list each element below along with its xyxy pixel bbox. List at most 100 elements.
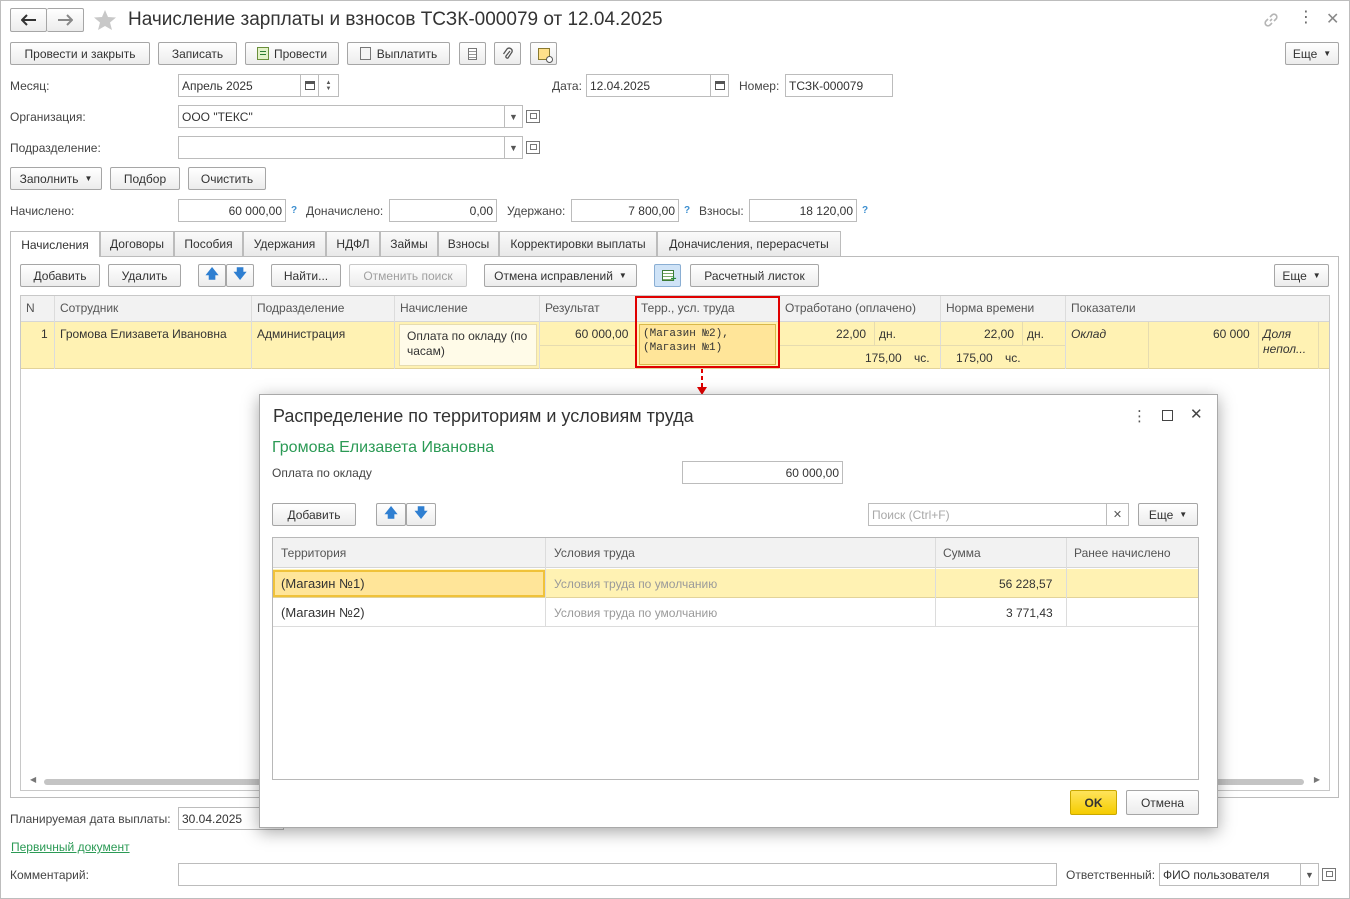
chevron-down-icon: ▼ [509,142,518,153]
star-icon[interactable] [93,9,117,31]
tab-contracts[interactable]: Договоры [100,231,174,256]
dept-open-icon[interactable] [526,141,540,154]
back-button[interactable] [10,8,47,32]
dialog-ok-button[interactable]: OK [1070,790,1117,815]
col-norm[interactable]: Норма времени [946,301,1034,315]
extra-value: 0,00 [389,199,497,222]
distribution-button[interactable]: + [654,264,681,287]
col-worked[interactable]: Отработано (оплачено) [785,301,916,315]
scroll-right-icon[interactable]: ▶ [1314,775,1320,784]
cancel-fix-button[interactable]: Отмена исправлений ▼ [484,264,637,287]
close-icon[interactable]: ✕ [1326,9,1339,29]
dialog-maximize-icon[interactable] [1162,410,1173,421]
payslip-button[interactable]: Расчетный листок [690,264,819,287]
paperclip-icon [502,46,513,59]
link-icon[interactable] [1263,12,1279,28]
org-open-icon[interactable] [526,110,540,123]
move-up-button[interactable]: 🡅 [198,264,226,287]
tab-payment-corrections[interactable]: Корректировки выплаты [499,231,657,256]
dialog-add-button[interactable]: Добавить [272,503,356,526]
org-dropdown-button[interactable]: ▼ [505,105,523,128]
kebab-menu-icon[interactable]: ⋮ [1298,10,1314,26]
dept-input[interactable] [178,136,505,159]
dialog-more-button[interactable]: Еще ▼ [1138,503,1198,526]
report-button[interactable] [459,42,486,65]
struct-button[interactable] [530,42,557,65]
forward-button[interactable] [47,8,84,32]
org-input[interactable]: ООО "ТЕКС" [178,105,505,128]
dialog-accrual-label: Оплата по окладу [272,466,372,480]
more-button[interactable]: Еще ▼ [1285,42,1339,65]
row-n: 1 [41,327,48,341]
arrow-down-icon: 🡇 [414,504,428,520]
grid-more-button[interactable]: Еще ▼ [1274,264,1329,287]
dialog-employee-name[interactable]: Громова Елизавета Ивановна [272,439,494,457]
dialog-close-icon[interactable]: ✕ [1190,405,1203,423]
grid-add-button[interactable]: Добавить [20,264,100,287]
contrib-help-icon[interactable]: ? [862,205,868,216]
responsible-dropdown-button[interactable]: ▼ [1301,863,1319,886]
withheld-help-icon[interactable]: ? [684,205,690,216]
dialog-col-prev[interactable]: Ранее начислено [1074,546,1171,560]
contrib-value: 18 120,00 [749,199,857,222]
col-result[interactable]: Результат [545,301,600,315]
tab-benefits[interactable]: Пособия [174,231,243,256]
dept-dropdown-button[interactable]: ▼ [505,136,523,159]
date-calendar-button[interactable] [711,74,729,97]
col-accrual[interactable]: Начисление [400,301,468,315]
comment-input[interactable] [178,863,1057,886]
dialog-cancel-button[interactable]: Отмена [1126,790,1199,815]
scroll-left-icon[interactable]: ◀ [30,775,36,784]
find-button[interactable]: Найти... [271,264,341,287]
row-employee: Громова Елизавета Ивановна [60,327,227,341]
pay-button[interactable]: Выплатить [347,42,450,65]
col-n[interactable]: N [26,301,35,315]
dialog-col-sum[interactable]: Сумма [943,546,981,560]
clear-button[interactable]: Очистить [188,167,266,190]
tab-contributions[interactable]: Взносы [438,231,499,256]
fill-button[interactable]: Заполнить ▼ [10,167,102,190]
cancel-search-button[interactable]: Отменить поиск [349,264,467,287]
accrued-help-icon[interactable]: ? [291,205,297,216]
table-plus-icon: + [661,270,677,285]
save-button[interactable]: Записать [158,42,237,65]
number-input[interactable]: ТСЗК-000079 [785,74,893,97]
row-accrual-line1: Оплата по окладу (по [407,329,528,343]
month-input[interactable]: Апрель 2025 [178,74,301,97]
post-and-close-button[interactable]: Провести и закрыть [10,42,150,65]
post-button[interactable]: Провести [245,42,339,65]
dialog-search-input[interactable]: Поиск (Ctrl+F) [868,503,1107,526]
responsible-open-icon[interactable] [1322,868,1336,881]
attach-button[interactable] [494,42,521,65]
dialog-grid-header [273,538,1198,568]
move-down-button[interactable]: 🡇 [226,264,254,287]
primary-doc-link[interactable]: Первичный документ [11,840,130,854]
dialog-kebab-icon[interactable]: ⋮ [1132,407,1147,425]
tab-loans[interactable]: Займы [380,231,438,256]
dialog-move-up-button[interactable]: 🡅 [376,503,406,526]
responsible-input[interactable]: ФИО пользователя [1159,863,1301,886]
col-indicators[interactable]: Показатели [1071,301,1136,315]
month-spinner[interactable]: ▲ ▼ [319,74,339,97]
row-share-line2: непол... [1263,342,1307,356]
tab-accruals[interactable]: Начисления [10,231,100,257]
row-indicator-name: Оклад [1071,327,1107,341]
dialog-col-conditions[interactable]: Условия труда [554,546,635,560]
dialog-col-territory[interactable]: Территория [281,546,346,560]
dialog-move-down-button[interactable]: 🡇 [406,503,436,526]
dialog-search-clear[interactable]: ✕ [1107,503,1129,526]
col-dept[interactable]: Подразделение [257,301,344,315]
row-norm-hours: 175,00 [956,351,993,365]
tab-recalculations[interactable]: Доначисления, перерасчеты [657,231,841,256]
tab-deductions[interactable]: Удержания [243,231,326,256]
select-button[interactable]: Подбор [110,167,180,190]
row-dept: Администрация [257,327,346,341]
row-worked-days: 22,00 [836,327,867,341]
date-input[interactable]: 12.04.2025 [586,74,711,97]
grid-delete-button[interactable]: Удалить [108,264,181,287]
month-calendar-button[interactable] [301,74,319,97]
tab-ndfl[interactable]: НДФЛ [326,231,380,256]
number-label: Номер: [739,79,780,93]
col-employee[interactable]: Сотрудник [60,301,118,315]
row-worked-days-unit: дн. [879,327,896,341]
